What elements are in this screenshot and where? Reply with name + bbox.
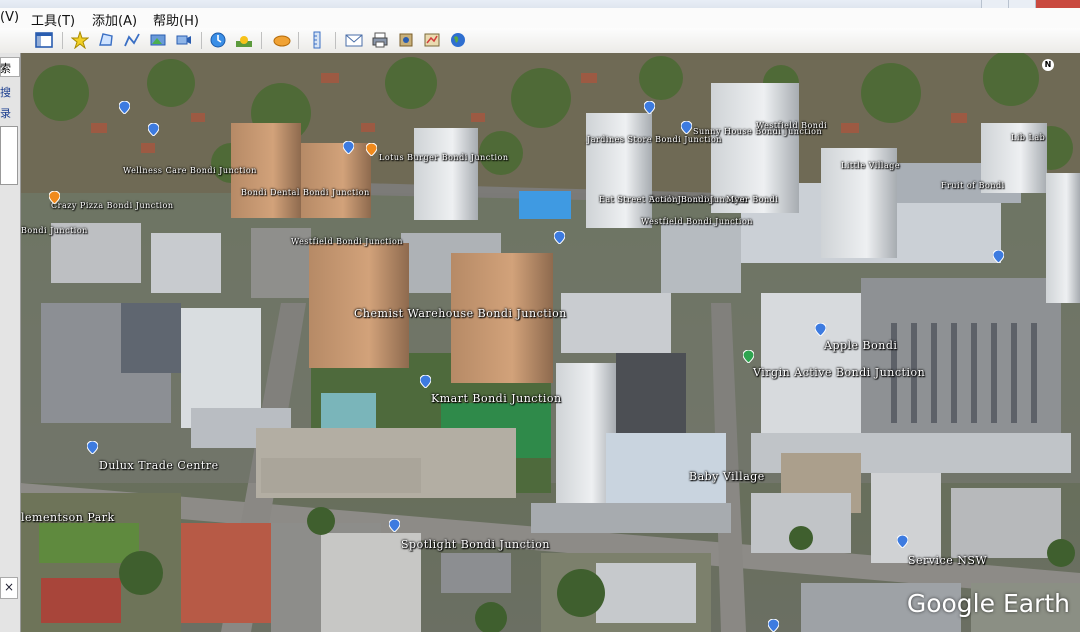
location-pin-icon[interactable] — [644, 101, 655, 114]
window-controls — [981, 0, 1080, 8]
map-label[interactable]: Wellness Care Bondi Junction — [123, 166, 257, 175]
location-pin-icon[interactable] — [897, 535, 908, 548]
map-view[interactable]: Jardines Store Bondi Junction Lotus Burg… — [21, 53, 1080, 632]
toolbar-separator — [62, 32, 63, 49]
left-panel: 索 搜 录 × — [0, 53, 21, 632]
placemark-icon — [71, 31, 89, 49]
left-panel-search-char: 索 — [0, 62, 11, 75]
map-label[interactable]: Jardines Store Bondi Junction — [587, 135, 722, 144]
earth-button[interactable] — [448, 30, 468, 50]
map-label[interactable]: Crazy Pizza Bondi Junction — [51, 201, 173, 210]
add-polygon-button[interactable] — [96, 30, 116, 50]
add-image-overlay-button[interactable] — [148, 30, 168, 50]
toolbar-separator — [201, 32, 202, 49]
location-pin-icon[interactable] — [148, 123, 159, 136]
location-pin-icon[interactable] — [366, 143, 377, 156]
map-label[interactable]: Fruit of Bondi — [941, 181, 1005, 190]
map-label-virgin-active[interactable]: Virgin Active Bondi Junction — [753, 366, 925, 379]
ruler-button[interactable] — [307, 30, 327, 50]
historical-imagery-icon — [210, 32, 226, 48]
left-panel-places-label[interactable]: 录 — [0, 105, 11, 121]
location-pin-icon[interactable] — [681, 121, 692, 134]
ruler-icon — [313, 31, 321, 49]
map-label[interactable]: Westfield Bondi Junction — [641, 217, 753, 226]
menu-add[interactable]: 添加(A) — [92, 10, 137, 29]
location-pin-icon[interactable] — [815, 323, 826, 336]
map-label-chemist-warehouse[interactable]: Chemist Warehouse Bondi Junction — [354, 307, 567, 320]
left-panel-close-button[interactable]: × — [0, 577, 18, 599]
record-tour-button[interactable] — [174, 30, 194, 50]
email-icon — [345, 34, 363, 47]
map-label[interactable]: Little Village — [841, 161, 900, 170]
map-label[interactable]: Bondi Junction — [21, 226, 88, 235]
sidebar-icon — [35, 32, 53, 48]
minimize-button[interactable] — [981, 0, 1008, 8]
email-button[interactable] — [344, 30, 364, 50]
add-path-button[interactable] — [122, 30, 142, 50]
menu-tools[interactable]: 工具(T) — [31, 10, 75, 29]
google-earth-logo: Google Earth — [906, 589, 1070, 618]
map-label[interactable]: Lotus Burger Bondi Junction — [379, 153, 509, 162]
location-pin-icon[interactable] — [49, 191, 60, 204]
image-overlay-icon — [150, 34, 166, 46]
toolbar-separator — [261, 32, 262, 49]
view-in-maps-button[interactable] — [422, 30, 442, 50]
planets-button[interactable] — [272, 30, 292, 50]
sunlight-button[interactable] — [234, 30, 254, 50]
add-placemark-button[interactable] — [70, 30, 90, 50]
polygon-icon — [99, 33, 113, 46]
location-pin-icon[interactable] — [87, 441, 98, 454]
save-image-button[interactable] — [396, 30, 416, 50]
map-label[interactable]: Myer Bondi — [726, 195, 778, 204]
compass-north-indicator[interactable]: N — [1042, 59, 1054, 71]
sunlight-icon — [236, 36, 252, 47]
tour-icon — [176, 35, 191, 45]
aerial-imagery — [21, 53, 1080, 632]
map-label-apple[interactable]: Apple Bondi — [824, 339, 897, 352]
map-label[interactable]: Bondi Dental Bondi Junction — [241, 188, 370, 197]
map-label-kmart[interactable]: Kmart Bondi Junction — [431, 392, 562, 405]
earth-icon — [451, 33, 465, 47]
map-label[interactable]: Westfield Bondi — [756, 121, 827, 130]
location-pin-icon[interactable] — [554, 231, 565, 244]
print-button[interactable] — [370, 30, 390, 50]
save-image-icon — [399, 33, 413, 47]
left-panel-content — [0, 126, 18, 185]
map-label-spotlight[interactable]: Spotlight Bondi Junction — [401, 538, 550, 551]
map-label-service-nsw[interactable]: Service NSW — [908, 554, 987, 567]
title-bar — [0, 0, 1080, 8]
path-icon — [124, 33, 140, 47]
location-pin-icon[interactable] — [768, 619, 779, 632]
historical-imagery-button[interactable] — [208, 30, 228, 50]
map-label[interactable]: Lib Lab — [1011, 133, 1045, 142]
location-pin-icon[interactable] — [420, 375, 431, 388]
sidebar-toggle-button[interactable] — [34, 30, 54, 50]
location-pin-icon[interactable] — [343, 141, 354, 154]
menu-help[interactable]: 帮助(H) — [153, 10, 199, 29]
map-label-dulux[interactable]: Dulux Trade Centre — [99, 459, 219, 472]
planets-icon — [273, 35, 291, 47]
toolbar-separator — [335, 32, 336, 49]
map-label-baby-village[interactable]: Baby Village — [689, 470, 765, 483]
menu-bar: (V) 工具(T) 添加(A) 帮助(H) — [0, 8, 1080, 29]
maximize-button[interactable] — [1008, 0, 1035, 8]
location-pin-icon[interactable] — [993, 250, 1004, 263]
menu-view[interactable]: (V) — [0, 10, 19, 25]
location-pin-icon[interactable] — [119, 101, 130, 114]
location-pin-icon[interactable] — [389, 519, 400, 532]
close-window-button[interactable] — [1035, 0, 1080, 8]
toolbar-separator — [298, 32, 299, 49]
map-label-park[interactable]: lementson Park — [21, 511, 115, 524]
map-icon — [424, 33, 440, 47]
print-icon — [372, 32, 388, 48]
location-pin-icon[interactable] — [743, 350, 754, 363]
map-label[interactable]: Westfield Bondi Junction — [291, 237, 403, 246]
left-panel-search-label[interactable]: 搜 — [0, 84, 11, 100]
toolbar — [0, 28, 1080, 54]
